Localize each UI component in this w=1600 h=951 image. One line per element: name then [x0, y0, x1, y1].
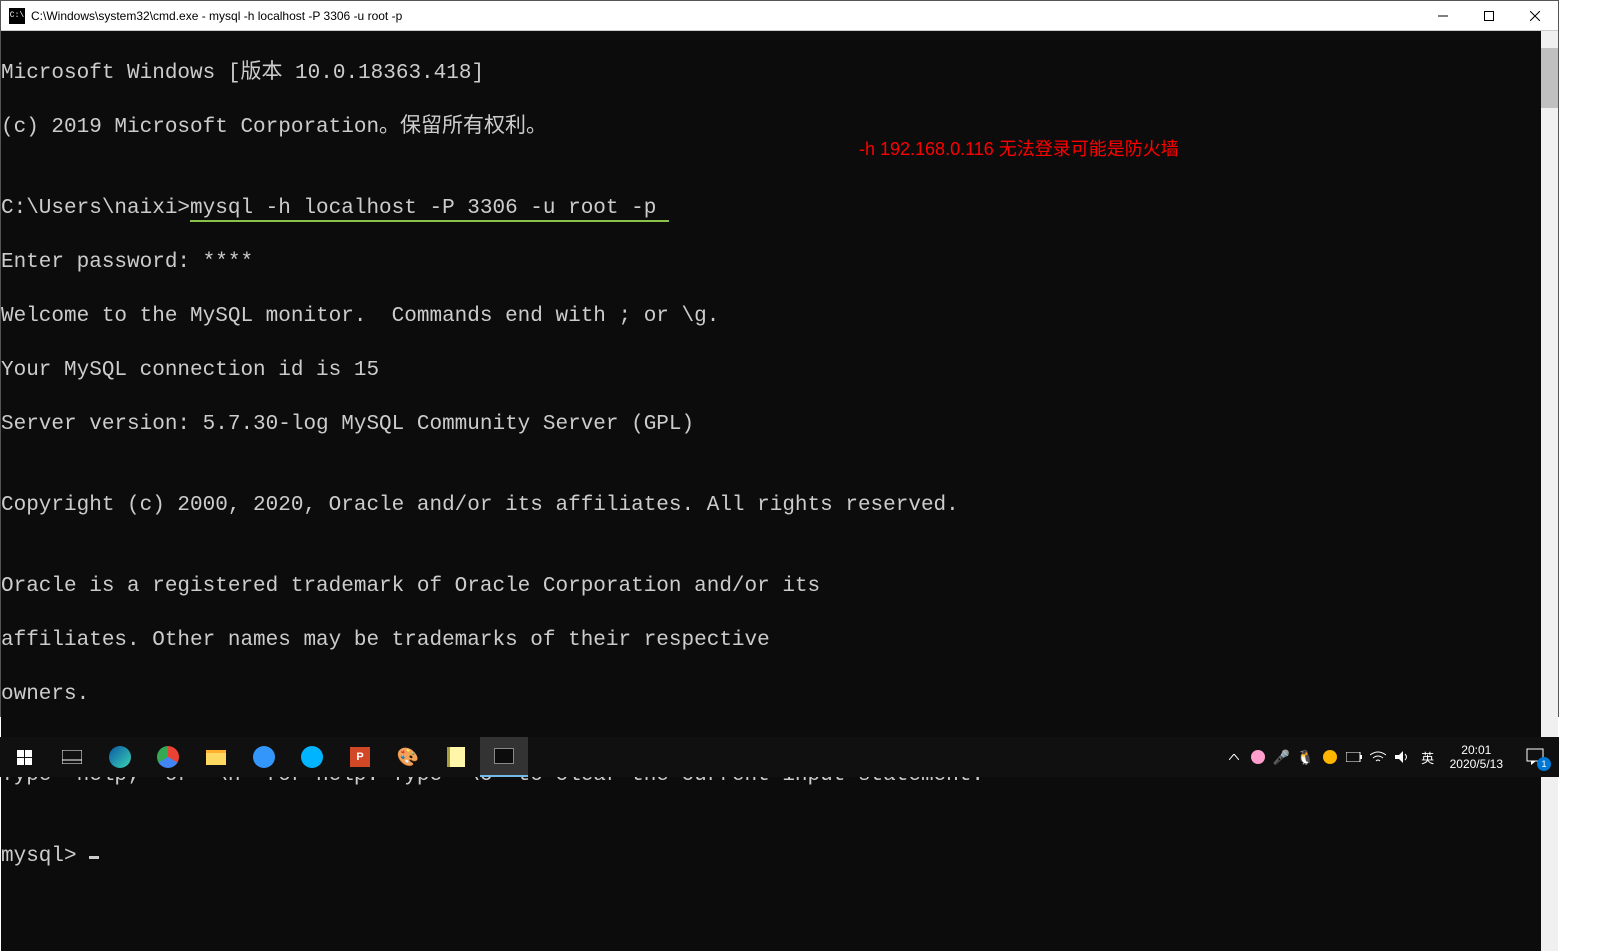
- maximize-button[interactable]: [1466, 1, 1512, 31]
- taskbar-app-paint[interactable]: 🎨: [384, 737, 432, 777]
- terminal-line: affiliates. Other names may be trademark…: [1, 627, 1541, 654]
- mysql-prompt: mysql>: [1, 845, 89, 868]
- folder-icon: [206, 750, 226, 765]
- tray-qq-icon[interactable]: 🐧: [1294, 737, 1318, 777]
- highlighted-command: mysql -h localhost -P 3306 -u root -p: [190, 197, 669, 222]
- terminal-line: C:\Users\naixi>mysql -h localhost -P 330…: [1, 195, 1541, 222]
- terminal-line: Enter password: ****: [1, 249, 1541, 276]
- terminal-line: mysql>: [1, 843, 1541, 870]
- clock-date: 2020/5/13: [1450, 757, 1503, 771]
- edge-icon: [109, 746, 131, 768]
- terminal-area: Microsoft Windows [版本 10.0.18363.418] (c…: [1, 31, 1558, 951]
- tray-volume-icon[interactable]: [1390, 737, 1414, 777]
- terminal-line: Server version: 5.7.30-log MySQL Communi…: [1, 411, 1541, 438]
- scrollbar-thumb[interactable]: [1541, 48, 1558, 108]
- taskbar: P 🎨 🎤 🐧 英 20:01 2020/5/13 1: [0, 737, 1559, 777]
- cmd-window: C:\ C:\Windows\system32\cmd.exe - mysql …: [0, 0, 1559, 717]
- terminal-line: Microsoft Windows [版本 10.0.18363.418]: [1, 60, 1541, 87]
- taskbar-app-explorer[interactable]: [192, 737, 240, 777]
- annotation-text: -h 192.168.0.116 无法登录可能是防火墙: [859, 136, 1179, 163]
- taskbar-app-chrome[interactable]: [144, 737, 192, 777]
- cursor-icon: [89, 856, 99, 859]
- notification-badge: 1: [1537, 757, 1551, 771]
- page-margin: [1559, 0, 1600, 777]
- palette-icon: 🎨: [397, 747, 419, 768]
- penguin-icon: 🐧: [1297, 749, 1314, 766]
- tray-wifi-icon[interactable]: [1366, 737, 1390, 777]
- tray-mic-icon[interactable]: 🎤: [1270, 737, 1294, 777]
- system-tray: 🎤 🐧 英 20:01 2020/5/13 1: [1222, 737, 1559, 777]
- window-title: C:\Windows\system32\cmd.exe - mysql -h l…: [31, 9, 1420, 23]
- terminal-line: Oracle is a registered trademark of Orac…: [1, 573, 1541, 600]
- task-view-button[interactable]: [48, 737, 96, 777]
- action-center-button[interactable]: 1: [1511, 737, 1559, 777]
- tray-battery-icon[interactable]: [1342, 737, 1366, 777]
- powerpoint-icon: P: [350, 747, 370, 767]
- windows-icon: [17, 750, 32, 765]
- taskbar-app-dingtalk[interactable]: [240, 737, 288, 777]
- terminal-icon: [494, 748, 514, 764]
- dingtalk-icon: [253, 746, 275, 768]
- titlebar[interactable]: C:\ C:\Windows\system32\cmd.exe - mysql …: [1, 1, 1558, 31]
- clock[interactable]: 20:01 2020/5/13: [1442, 743, 1511, 771]
- prompt-text: C:\Users\naixi>: [1, 197, 190, 220]
- terminal[interactable]: Microsoft Windows [版本 10.0.18363.418] (c…: [1, 31, 1541, 951]
- minimize-button[interactable]: [1420, 1, 1466, 31]
- notes-icon: [447, 747, 465, 767]
- chrome-icon: [157, 746, 179, 768]
- taskbar-app-cmd[interactable]: [480, 737, 528, 777]
- taskbar-app-edge[interactable]: [96, 737, 144, 777]
- circle-icon: [1323, 750, 1337, 764]
- terminal-line: owners.: [1, 681, 1541, 708]
- taskbar-app-notes[interactable]: [432, 737, 480, 777]
- ime-indicator[interactable]: 英: [1414, 737, 1442, 777]
- tray-app-icon[interactable]: [1246, 737, 1270, 777]
- taskbar-app-powerpoint[interactable]: P: [336, 737, 384, 777]
- cmd-icon: C:\: [9, 8, 25, 24]
- todesk-icon: [301, 746, 323, 768]
- start-button[interactable]: [0, 737, 48, 777]
- terminal-line: Copyright (c) 2000, 2020, Oracle and/or …: [1, 492, 1541, 519]
- taskbar-app-todesk[interactable]: [288, 737, 336, 777]
- vertical-scrollbar[interactable]: [1541, 31, 1558, 951]
- window-controls: [1420, 1, 1558, 31]
- terminal-line: (c) 2019 Microsoft Corporation。保留所有权利。: [1, 114, 1541, 141]
- clock-time: 20:01: [1450, 743, 1503, 757]
- flower-icon: [1251, 750, 1265, 764]
- terminal-line: Your MySQL connection id is 15: [1, 357, 1541, 384]
- tray-app-icon[interactable]: [1318, 737, 1342, 777]
- close-button[interactable]: [1512, 1, 1558, 31]
- terminal-line: Welcome to the MySQL monitor. Commands e…: [1, 303, 1541, 330]
- tray-overflow-button[interactable]: [1222, 737, 1246, 777]
